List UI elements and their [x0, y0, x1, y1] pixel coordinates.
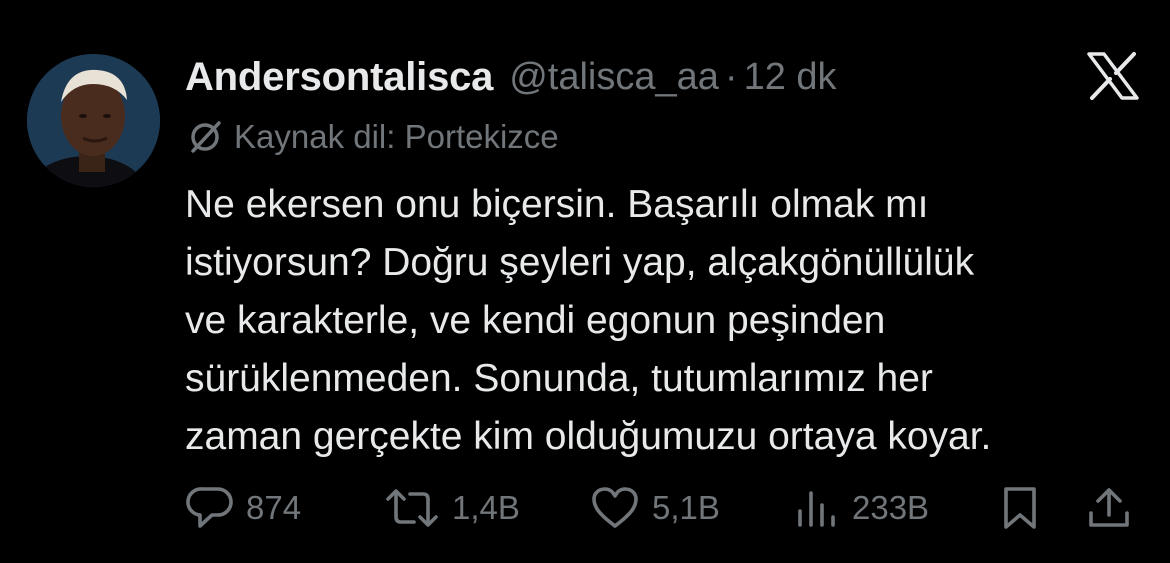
tweet-line: zaman gerçekte kim olduğumuzu ortaya koy…: [185, 415, 992, 458]
avatar-photo: [27, 54, 160, 187]
like-button[interactable]: 5,1B: [590, 483, 720, 533]
share-button[interactable]: [1086, 483, 1132, 533]
tweet-line: Ne ekersen onu biçersin. Başarılı olmak …: [185, 183, 929, 226]
author-handle[interactable]: @talisca_aa: [509, 56, 719, 99]
action-bar: 874 1,4B 5,1B 233B: [0, 483, 1170, 533]
retweet-count: 1,4B: [452, 489, 520, 526]
reply-button[interactable]: 874: [186, 483, 301, 533]
tweet-timestamp[interactable]: 12 dk: [744, 56, 837, 99]
views-count: 233B: [852, 489, 930, 526]
bookmark-icon: [998, 485, 1042, 531]
reply-icon: [186, 485, 234, 531]
translate-slash-icon: [186, 118, 224, 156]
tweet-line: sürüklenmeden. Sonunda, tutumlarımız her: [185, 357, 933, 400]
heart-icon: [590, 485, 640, 531]
like-count: 5,1B: [652, 489, 720, 526]
bookmark-button[interactable]: [998, 483, 1042, 533]
avatar[interactable]: [27, 54, 160, 187]
share-icon: [1086, 485, 1132, 531]
tweet-header: Andersontalisca @talisca_aa · 12 dk: [185, 52, 837, 102]
tweet-body: Ne ekersen onu biçersin. Başarılı olmak …: [185, 176, 1145, 466]
views-icon: [794, 485, 840, 531]
tweet-line: istiyorsun? Doğru şeyleri yap, alçakgönü…: [185, 241, 975, 284]
reply-count: 874: [246, 489, 302, 526]
author-display-name[interactable]: Andersontalisca: [185, 55, 493, 100]
translation-notice: Kaynak dil: Portekizce: [186, 115, 559, 159]
retweet-button[interactable]: 1,4B: [384, 483, 520, 533]
separator-dot: ·: [724, 55, 738, 98]
x-logo-icon[interactable]: [1086, 51, 1140, 101]
tweet-line: ve karakterle, ve kendi egonun peşinden: [185, 299, 886, 342]
views-button[interactable]: 233B: [794, 483, 929, 533]
retweet-icon: [384, 485, 440, 531]
translation-label: Kaynak dil: Portekizce: [234, 118, 559, 155]
